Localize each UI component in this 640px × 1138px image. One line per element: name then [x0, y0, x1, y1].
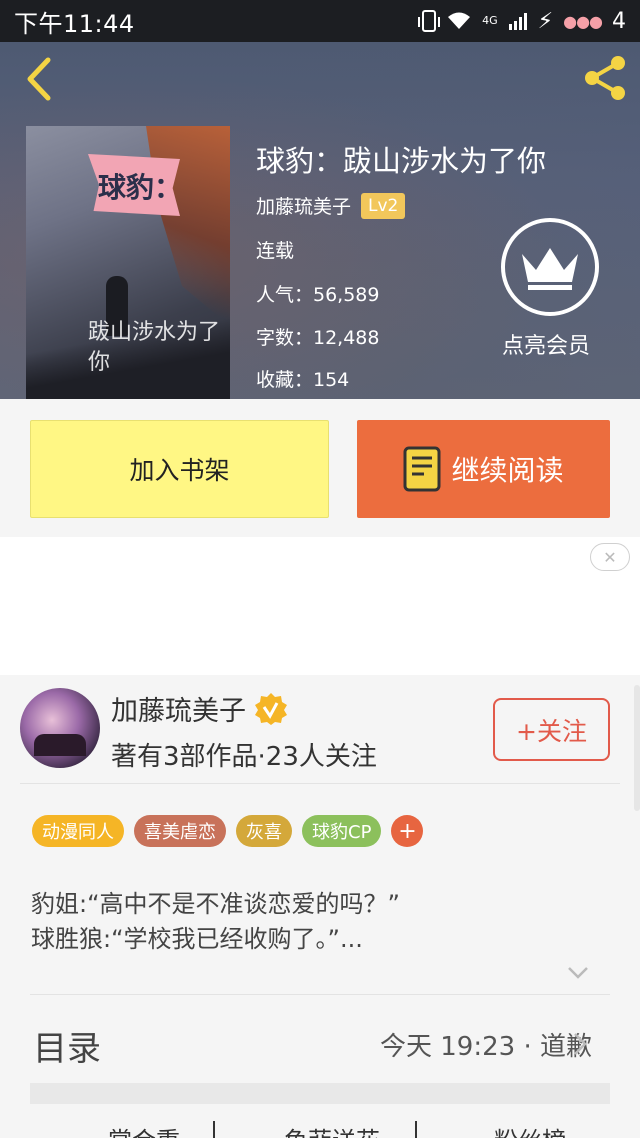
author-name-row: 加藤琉美子 [111, 689, 288, 728]
crown-icon [522, 248, 578, 290]
description-line: 球胜狼:“学校我已经收购了。”... [31, 925, 363, 953]
follow-button[interactable]: +关注 [493, 698, 610, 761]
share-icon[interactable] [580, 52, 632, 104]
avatar[interactable] [20, 688, 100, 768]
action-bar: 加入书架 继续阅读 [0, 399, 640, 537]
book-icon [403, 446, 441, 492]
status-bar: 下午11:44 4G ⚡ ●●● 4 [0, 0, 640, 42]
status-time: 下午11:44 [14, 9, 135, 38]
tab-item[interactable]: …粉丝榜 [470, 1121, 566, 1138]
continue-reading-button[interactable]: 继续阅读 [357, 420, 610, 518]
vip-label[interactable]: 点亮会员 [502, 328, 590, 360]
tag-item[interactable]: 灰喜 [236, 815, 292, 847]
wifi-icon [448, 12, 471, 29]
add-to-shelf-button[interactable]: 加入书架 [30, 420, 329, 518]
book-status: 连载 [256, 240, 295, 262]
battery-dots-icon: ●●● [563, 11, 603, 31]
tag-list: 动漫同人 喜美虐恋 灰喜 球豹CP + [32, 815, 424, 847]
book-cover[interactable]: 球豹： 跋山涉水为了你 [26, 126, 230, 399]
network-label: 4G [482, 14, 498, 27]
signal-icon [508, 13, 527, 30]
scrollbar[interactable] [634, 685, 640, 811]
book-description[interactable]: 豹姐:“高中不是不准谈恋爱的吗？” 球胜狼:“学校我已经收购了。”... [31, 887, 400, 957]
tag-item[interactable]: 球豹CP [302, 815, 382, 847]
chevron-down-icon[interactable] [566, 965, 590, 981]
book-header: 球豹： 跋山涉水为了你 球豹：跋山涉水为了你 加藤琉美子 Lv2 连载 人气：5… [0, 42, 640, 399]
divider [30, 994, 610, 995]
tab-item[interactable]: …鱼菲送花 [260, 1121, 380, 1138]
continue-reading-label: 继续阅读 [451, 454, 564, 487]
back-icon[interactable] [22, 56, 58, 102]
charging-icon: ⚡ [537, 8, 554, 34]
tab-item[interactable]: …掌合重 [84, 1121, 180, 1138]
cover-subtitle: 跋山涉水为了你 [88, 320, 221, 375]
cover-title: 球豹： [98, 171, 183, 204]
author-name[interactable]: 加藤琉美子 [111, 689, 246, 728]
level-badge: Lv2 [361, 192, 406, 219]
book-favorites: 收藏：154 [256, 369, 350, 391]
toc-title[interactable]: 目录 [33, 1021, 101, 1070]
toc-latest-chapter[interactable]: 今天 19:23 · 道歉 [380, 1026, 592, 1063]
section-gap [30, 1083, 610, 1104]
book-title: 球豹：跋山涉水为了你 [256, 144, 547, 178]
status-icons: 4G ⚡ ●●● 4 [418, 8, 626, 34]
divider [20, 783, 620, 784]
close-icon[interactable]: ✕ [590, 543, 630, 571]
battery-level: 4 [612, 8, 626, 34]
author-stats: 著有3部作品·23人关注 [111, 742, 377, 772]
description-line: 豹姐:“高中不是不准谈恋爱的吗？” [31, 890, 400, 918]
author-card: 加藤琉美子 著有3部作品·23人关注 +关注 动漫同人 喜美虐恋 灰喜 球豹CP… [0, 675, 640, 1138]
tag-item[interactable]: 动漫同人 [32, 815, 124, 847]
app-root: 下午11:44 4G ⚡ ●●● 4 球豹： 跋山涉水为了你 球豹：跋山涉水为了… [0, 0, 640, 1138]
tag-item[interactable]: 喜美虐恋 [134, 815, 226, 847]
ad-area: ✕ [0, 537, 640, 675]
book-author[interactable]: 加藤琉美子 [256, 192, 351, 219]
bottom-tabs: …掌合重 …鱼菲送花 …粉丝榜 [0, 1121, 640, 1138]
vibrate-icon [418, 10, 441, 32]
add-tag-button[interactable]: + [391, 815, 424, 847]
book-popularity: 人气：56,589 [256, 284, 380, 306]
book-word-count: 字数：12,488 [256, 327, 380, 349]
vip-button[interactable] [501, 218, 599, 316]
chevron-right-icon[interactable] [572, 1031, 588, 1057]
book-author-row: 加藤琉美子 Lv2 [256, 192, 406, 219]
verified-badge-icon [255, 692, 287, 725]
